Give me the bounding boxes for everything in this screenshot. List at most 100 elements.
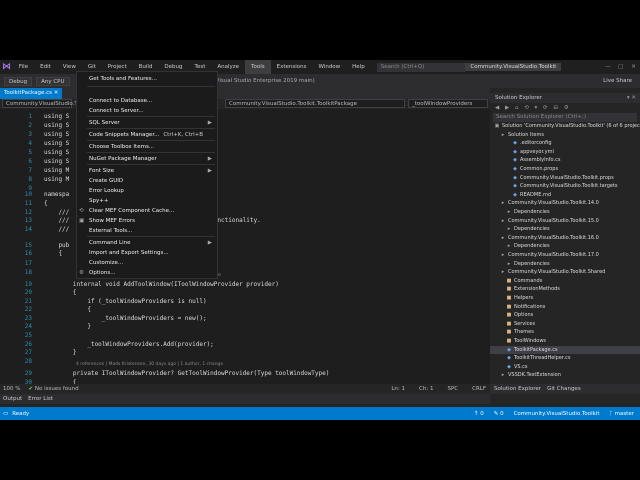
menu-item[interactable]: Code Snippets Manager... Ctrl+K, Ctrl+B	[77, 130, 217, 140]
tree-node-label: .editorconfig	[520, 140, 552, 147]
menu-item[interactable]: Spy++	[77, 196, 217, 206]
menu-item-label: Import and Export Settings...	[89, 250, 169, 256]
close-icon[interactable]: ▾ ✕	[627, 93, 636, 103]
tree-node[interactable]: ■ ToolWindows	[490, 337, 640, 346]
tab-output[interactable]: Output	[3, 394, 22, 404]
tab-git-changes[interactable]: Git Changes	[547, 384, 581, 394]
menu-tools[interactable]: Tools	[245, 60, 271, 74]
tree-node[interactable]: ◆ ToolkitThreadHelper.cs	[490, 354, 640, 363]
line-number: 11	[24, 200, 32, 207]
tree-node[interactable]: ◆ .editorconfig	[490, 139, 640, 148]
menu-item[interactable]: Command Line ▶	[77, 238, 217, 248]
tree-node[interactable]: ◆ Community.VisualStudio.Toolkit.targets	[490, 182, 640, 191]
tree-node[interactable]: ■ Services	[490, 320, 640, 329]
tab-toolkitpackage[interactable]: ToolkitPackage.cs ✕	[0, 88, 63, 99]
tree-node[interactable]: ■ Notifications	[490, 303, 640, 312]
menu-item[interactable]: Font Size ▶	[77, 166, 217, 176]
zoom-level[interactable]: 100 %	[3, 386, 20, 392]
tree-node[interactable]: ◆ Common.props	[490, 165, 640, 174]
close-icon[interactable]: ✕	[54, 90, 59, 96]
tree-node[interactable]: ▸ Community.VisualStudio.Toolkit.14.0	[490, 199, 640, 208]
tree-node[interactable]: ■ ExtensionMethods	[490, 285, 640, 294]
tree-node[interactable]: ▸ Solution Items	[490, 131, 640, 140]
menu-help[interactable]: Help	[346, 60, 371, 74]
tree-node-icon: ▸	[501, 269, 505, 276]
tree-node[interactable]: ■ Options	[490, 311, 640, 320]
menu-item[interactable]: ⟲ Clear MEF Component Cache...	[77, 206, 217, 216]
menu-item[interactable]: External Tools...	[77, 226, 217, 236]
menu-item[interactable]: Connect to Database...	[77, 96, 217, 106]
tree-node[interactable]: ▸ Community.VisualStudio.Toolkit.16.0	[490, 234, 640, 243]
tree-node[interactable]: ▸ Dependencies	[490, 208, 640, 217]
tree-node[interactable]: ▸ Community.VisualStudio.Toolkit.Shared	[490, 268, 640, 277]
line-ending-indicator[interactable]: CRLF	[472, 386, 486, 392]
tree-node-label: VS.cs	[514, 363, 528, 370]
menu-item[interactable]: SQL Server ▶	[77, 118, 217, 128]
tree-node[interactable]: ◆ VS.cs	[490, 363, 640, 372]
search-box[interactable]: Search (Ctrl+Q)	[376, 62, 466, 72]
tree-node[interactable]: ▸ Dependencies	[490, 260, 640, 269]
solution-explorer-toolbar[interactable]: ◀ ▶ ⌂ ⟲ ▾ ⟳ ⊟ ⚙	[490, 103, 640, 113]
tree-node[interactable]: ▸ Dependencies	[490, 242, 640, 251]
tree-node[interactable]: ■ Commands	[490, 277, 640, 286]
push-indicator[interactable]: ↑ 0	[474, 411, 484, 417]
tree-node[interactable]: ◆ Community.VisualStudio.Toolkit.props	[490, 174, 640, 183]
tree-node-icon: ◆	[513, 148, 517, 155]
tree-node-label: appveyor.yml	[520, 148, 554, 155]
close-button[interactable]: ✕	[627, 64, 640, 70]
tab-error-list[interactable]: Error List	[28, 394, 53, 404]
tree-node[interactable]: ◆ README.md	[490, 191, 640, 200]
tree-node[interactable]: ◆ appveyor.yml	[490, 148, 640, 157]
menu-item[interactable]: Choose Toolbox Items...	[77, 142, 217, 152]
menu-item[interactable]: Connect to Server...	[77, 106, 217, 116]
check-icon: ✔	[28, 386, 34, 392]
tree-node[interactable]: ▣ Solution 'Community.VisualStudio.Toolki…	[490, 122, 640, 131]
issues-indicator[interactable]: ✔ No issues found	[28, 386, 78, 392]
tree-node-label: Commands	[514, 277, 543, 284]
menu-item[interactable]: Customize...	[77, 258, 217, 268]
tree-node-icon: ◆	[507, 363, 511, 370]
branch-selector[interactable]: ᚴ master	[610, 411, 634, 417]
live-share-button[interactable]: Live Share	[603, 78, 632, 84]
tree-node[interactable]: ■ Themes	[490, 328, 640, 337]
tree-node-icon: ■	[506, 286, 512, 293]
menu-extensions[interactable]: Extensions	[271, 60, 313, 74]
tab-solution-explorer[interactable]: Solution Explorer	[494, 384, 541, 394]
menu-item[interactable]: ⚙ Options...	[77, 268, 217, 278]
line-number: 26	[24, 341, 32, 348]
menu-item[interactable]: Import and Export Settings...	[77, 248, 217, 258]
menu-item[interactable]: ▣ Show MEF Errors	[77, 216, 217, 226]
solution-search-input[interactable]: Search Solution Explorer (Ctrl+;)	[493, 113, 637, 122]
tree-node[interactable]: ▸ Community.VisualStudio.Toolkit.15.0	[490, 217, 640, 226]
tree-node[interactable]: ▸ Dependencies	[490, 225, 640, 234]
menu-item[interactable]: Get Tools and Features...	[77, 74, 217, 84]
changes-indicator[interactable]: ✎ 0	[494, 411, 504, 417]
menu-file[interactable]: File	[13, 60, 34, 74]
whitespace-indicator[interactable]: SPC	[447, 386, 458, 392]
code-editor[interactable]: 1 using S 2 using S 3 using S 4 using S 5 using S…	[0, 109, 490, 386]
menu-item[interactable]: Error Lookup	[77, 186, 217, 196]
member-dropdown[interactable]: _toolWindowProviders	[408, 99, 488, 108]
menu-edit[interactable]: Edit	[34, 60, 57, 74]
tree-node-icon: ▸	[507, 226, 511, 233]
status-icon: ▭	[3, 410, 9, 417]
submenu-arrow-icon: ▶	[207, 120, 212, 126]
repo-selector[interactable]: Community.VisualStudio.Toolkit	[514, 411, 600, 417]
tree-node[interactable]: ◆ AssemblyInfo.cs	[490, 156, 640, 165]
minimize-button[interactable]: —	[601, 64, 614, 70]
tree-node[interactable]: ▸ VSSDK.TestExtension	[490, 371, 640, 380]
code-line: internal void AddToolWindow(IToolWindowP…	[44, 281, 279, 288]
tree-node[interactable]: ▸ Community.VisualStudio.Toolkit.17.0	[490, 251, 640, 260]
project-dropdown[interactable]: Community.VisualStudio.T	[2, 99, 78, 108]
menu-window[interactable]: Window	[312, 60, 346, 74]
tree-node[interactable]: ◆ ToolkitPackage.cs	[490, 345, 640, 355]
menu-separator	[87, 152, 215, 153]
platform-dropdown[interactable]: Any CPU	[36, 76, 70, 86]
tree-node[interactable]: ■ Helpers	[490, 294, 640, 303]
maximize-button[interactable]: □	[614, 64, 627, 70]
class-dropdown[interactable]: Community.VisualStudio.Toolkit.ToolkitPa…	[225, 99, 405, 108]
code-lens[interactable]: 4 references | Mads Kristensen, 30 days …	[76, 362, 223, 367]
configuration-dropdown[interactable]: Debug	[4, 76, 33, 86]
menu-item[interactable]: Create GUID	[77, 176, 217, 186]
menu-item[interactable]: NuGet Package Manager ▶	[77, 154, 217, 164]
